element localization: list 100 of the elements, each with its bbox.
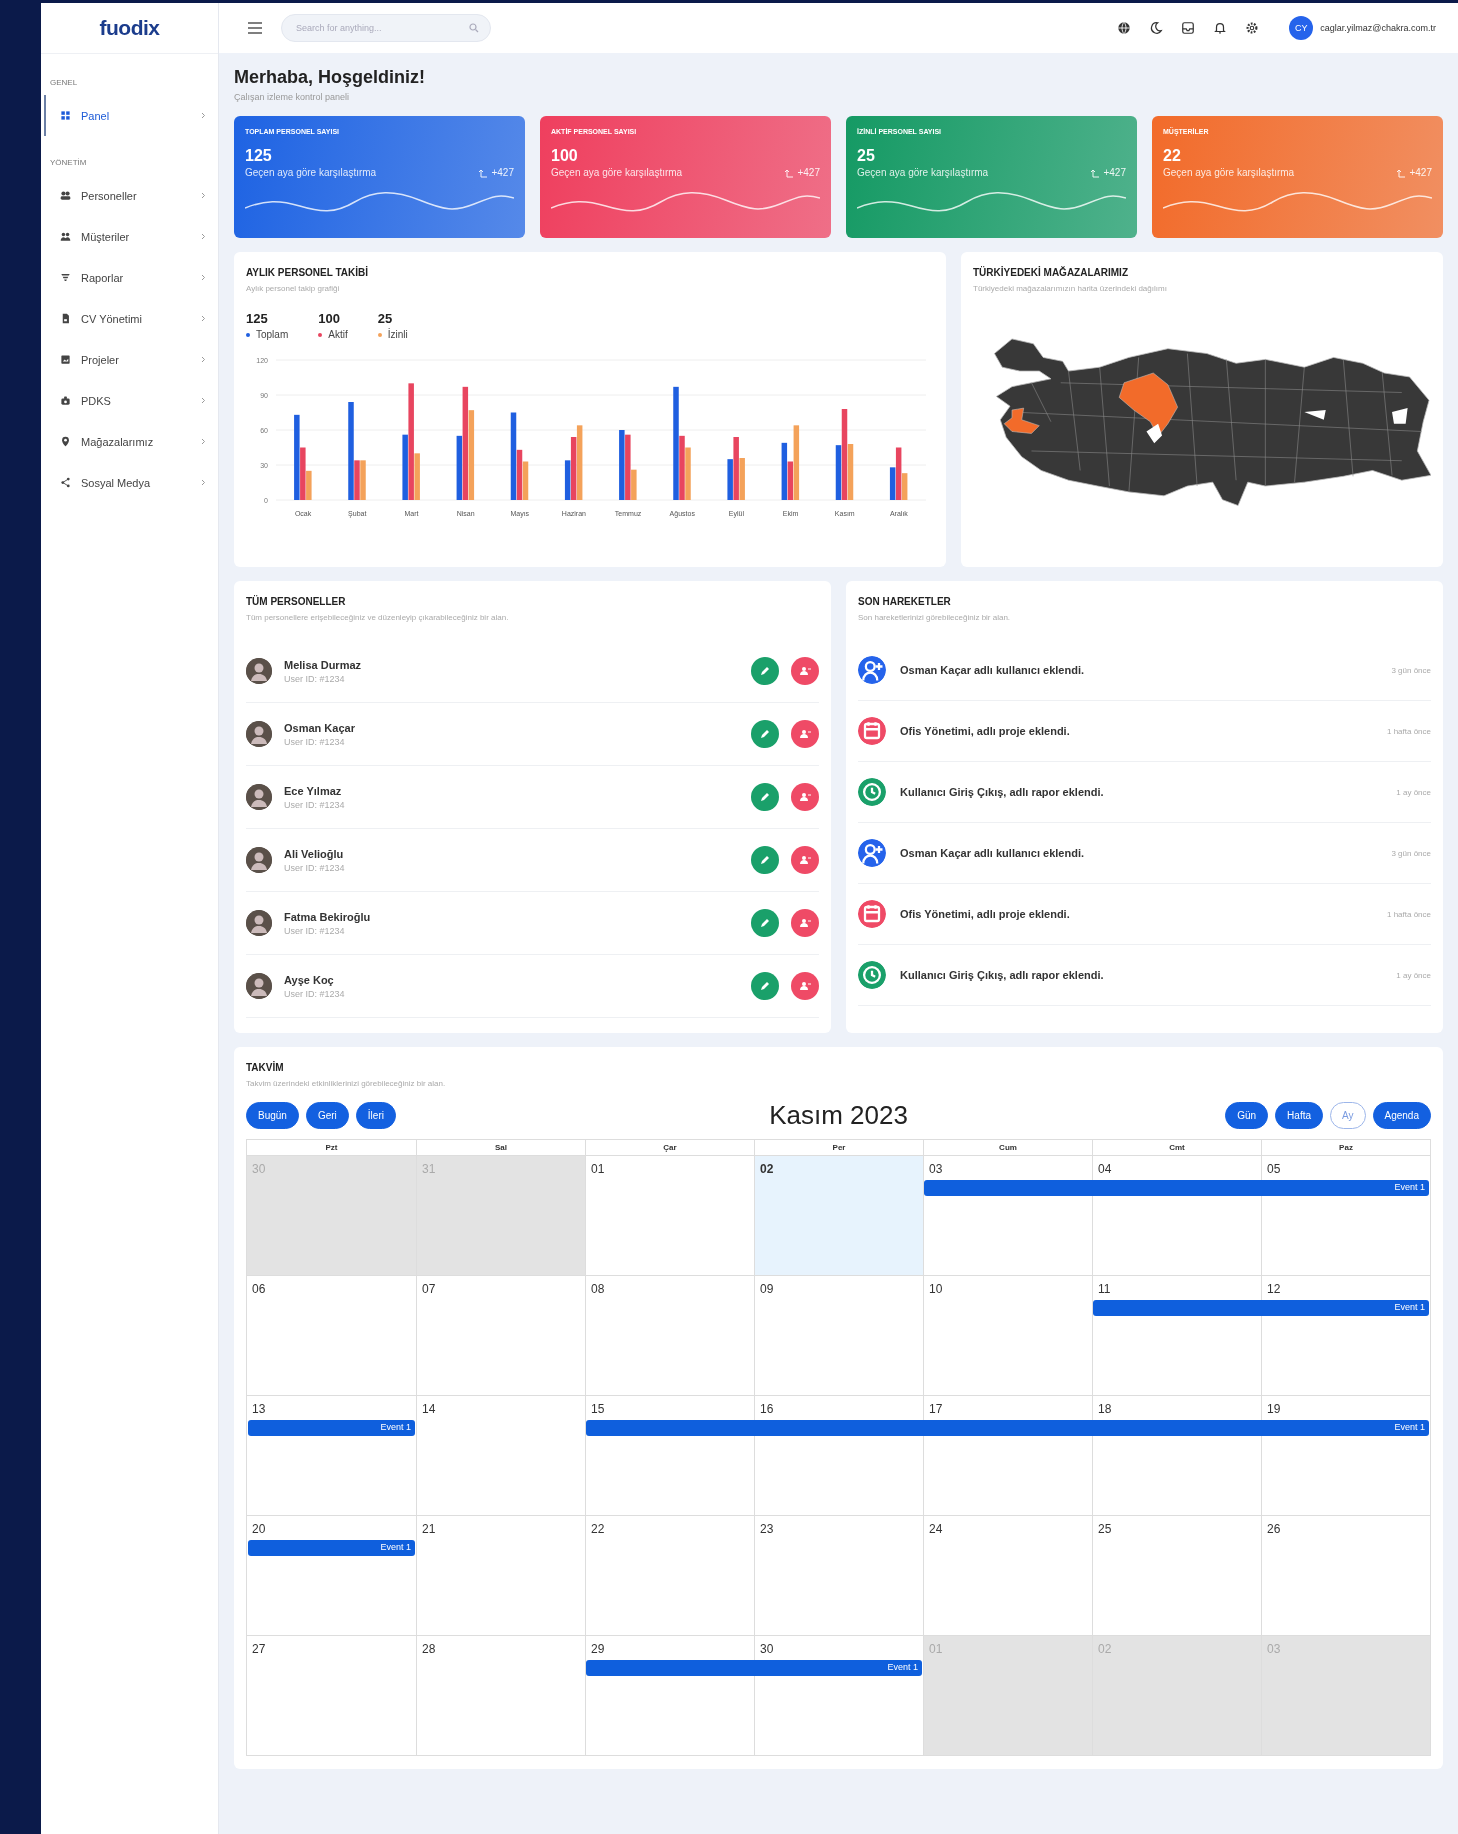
user-remove-icon [799, 728, 811, 740]
dashboard-icon [60, 110, 71, 121]
weekday-header: Paz [1261, 1140, 1430, 1155]
page-subtitle: Çalışan izleme kontrol paneli [234, 92, 351, 102]
sidebar-item[interactable]: CV Yönetimi [44, 298, 218, 339]
calendar-day-cell[interactable]: 02 [754, 1156, 923, 1275]
pencil-icon [759, 854, 771, 866]
remove-user-button[interactable] [791, 909, 819, 937]
summary-value: 25 [377, 311, 394, 326]
menu-icon[interactable] [247, 21, 263, 35]
chevron-icon [201, 112, 206, 119]
user-remove-icon [799, 980, 811, 992]
sidebar-item[interactable]: Panel [44, 95, 218, 136]
remove-user-button[interactable] [791, 720, 819, 748]
card-value: 22 [1163, 147, 1182, 165]
user-email[interactable]: caglar.yilmaz@chakra.com.tr [1320, 23, 1436, 33]
view-button[interactable]: Gün [1225, 1102, 1269, 1129]
event-bar[interactable]: Event 1 [924, 1180, 1429, 1196]
user-remove-icon [799, 791, 811, 803]
event-bar[interactable]: Event 1 [248, 1420, 415, 1436]
sidebar-item[interactable]: Raporlar [44, 257, 218, 298]
moon-icon[interactable] [1149, 21, 1164, 35]
page-title: Merhaba, Hoşgeldiniz! [234, 67, 427, 88]
remove-user-button[interactable] [791, 846, 819, 874]
edit-button[interactable] [751, 720, 779, 748]
avatar-icon [246, 721, 272, 747]
avatar-icon [246, 658, 272, 684]
sidebar-item[interactable]: Müşteriler [44, 216, 218, 257]
settings-icon[interactable] [1245, 21, 1260, 35]
inbox-icon[interactable] [1181, 21, 1196, 35]
event-bar[interactable]: Event 1 [586, 1420, 1429, 1436]
chevron-icon [201, 356, 206, 363]
panel-title: TÜM PERSONELLER [246, 596, 347, 607]
section-label: GENEL [50, 78, 79, 87]
remove-user-button[interactable] [791, 657, 819, 685]
view-button[interactable]: Hafta [1275, 1102, 1323, 1129]
weekday-header: Çar [585, 1140, 754, 1155]
remove-user-button[interactable] [791, 783, 819, 811]
pencil-icon [759, 728, 771, 740]
panel-subtitle: Aylık personel takip grafiği [246, 284, 341, 293]
avatar-icon [246, 784, 272, 810]
edit-button[interactable] [751, 657, 779, 685]
event-bar[interactable]: Event 1 [248, 1540, 415, 1556]
person-name: Fatma Bekiroğlu [284, 910, 372, 923]
avatar-icon [246, 910, 272, 936]
legend-label: İzinli [387, 329, 408, 340]
chevron-icon [201, 192, 206, 199]
user-avatar[interactable]: CY [1289, 16, 1314, 40]
sidebar-item[interactable]: PDKS [44, 380, 218, 421]
weekday-header: Per [754, 1140, 923, 1155]
event-bar[interactable]: Event 1 [586, 1660, 922, 1676]
user-add-icon [858, 656, 886, 684]
section-label: YÖNETİM [50, 158, 88, 167]
calendar-icon [858, 900, 886, 928]
edit-button[interactable] [751, 972, 779, 1000]
users-icon [60, 190, 71, 201]
event-bar[interactable]: Event 1 [1093, 1300, 1429, 1316]
search-field[interactable]: Search for anything... [281, 14, 491, 42]
chevron-icon [201, 397, 206, 404]
person-name: Melisa Durmaz [284, 658, 363, 671]
pencil-icon [759, 665, 771, 677]
clock-icon [858, 961, 886, 989]
weekday-header: Cum [923, 1140, 1092, 1155]
edit-button[interactable] [751, 846, 779, 874]
activity-text: Ofis Yönetimi, adlı proje eklendi. [900, 725, 1071, 737]
edit-button[interactable] [751, 909, 779, 937]
chevron-icon [201, 479, 206, 486]
panel-subtitle: Türkiyedeki mağazalarımızın harita üzerindeki dağılımı [973, 284, 1168, 293]
pencil-icon [759, 917, 771, 929]
summary-value: 125 [246, 311, 269, 326]
sidebar-item[interactable]: Mağazalarımız [44, 421, 218, 462]
pencil-icon [759, 980, 771, 992]
card-value: 25 [857, 147, 876, 165]
panel-subtitle: Son hareketlerinizi görebileceğiniz bir alan. [858, 613, 1012, 622]
user-id: User ID: #1234 [284, 988, 346, 999]
sidebar-item[interactable]: Sosyal Medya [44, 462, 218, 503]
activity-time: 1 hafta önce [1386, 726, 1431, 736]
change-value: +427 [797, 167, 820, 178]
bell-icon[interactable] [1213, 21, 1228, 35]
logo[interactable]: fuodix [99, 16, 160, 40]
summary-value: 100 [318, 311, 341, 326]
nav-button[interactable]: Geri [305, 1102, 349, 1129]
weekday-header: Sal [416, 1140, 585, 1155]
globe-icon[interactable] [1117, 21, 1132, 35]
user-id: User ID: #1234 [284, 673, 346, 684]
sidebar-item[interactable]: Personeller [44, 175, 218, 216]
user-id: User ID: #1234 [284, 862, 346, 873]
nav-button[interactable]: İleri [355, 1102, 396, 1129]
edit-button[interactable] [751, 783, 779, 811]
activity-text: Ofis Yönetimi, adlı proje eklendi. [900, 908, 1071, 920]
user-id: User ID: #1234 [284, 925, 346, 936]
activity-time: 3 gün önce [1391, 848, 1431, 858]
nav-button[interactable]: Bugün [246, 1102, 299, 1129]
activity-text: Kullanıcı Giriş Çıkış, adlı rapor eklendi. [900, 786, 1105, 798]
location-pin-icon [60, 436, 71, 447]
person-name: Ayşe Koç [284, 973, 335, 986]
remove-user-button[interactable] [791, 972, 819, 1000]
sidebar-item[interactable]: Projeler [44, 339, 218, 380]
card-subtitle: Geçen aya göre karşılaştırma [857, 167, 989, 178]
view-button[interactable]: Agenda [1372, 1102, 1431, 1129]
